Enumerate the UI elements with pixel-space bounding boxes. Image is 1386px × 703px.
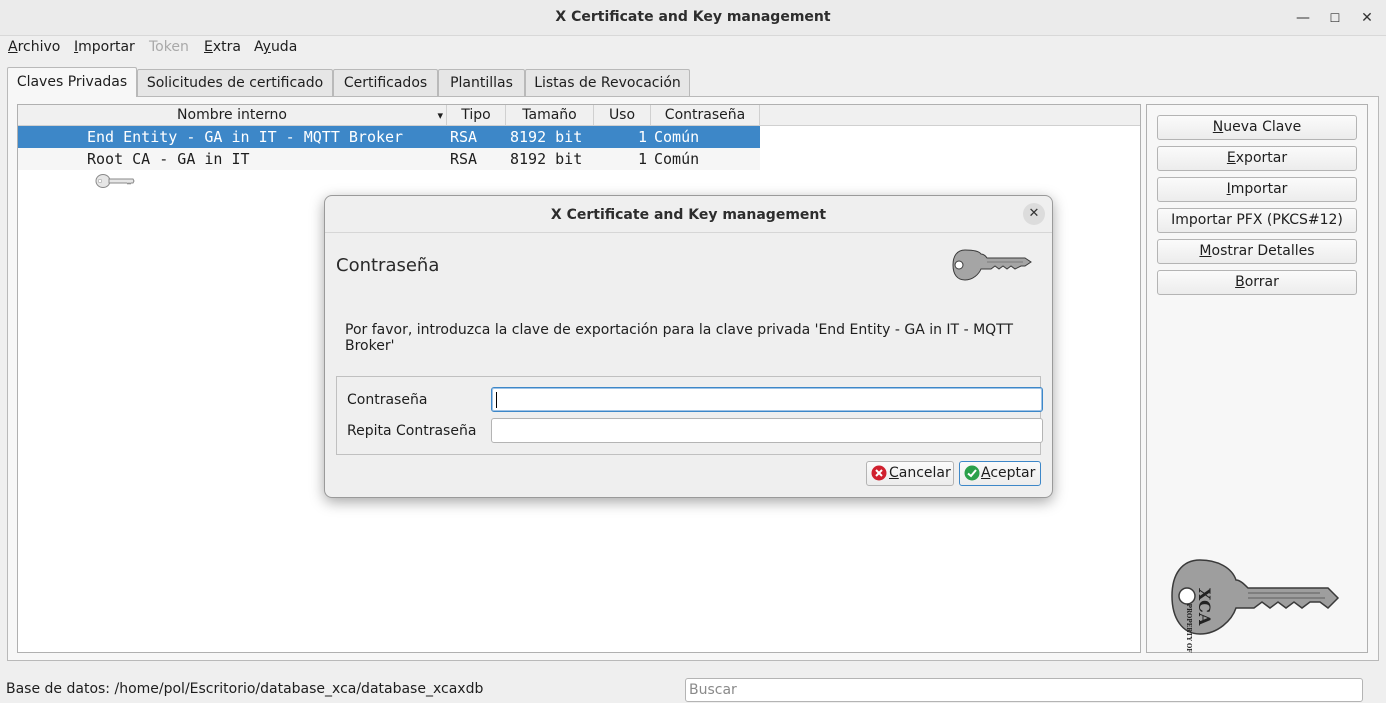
dialog-close-button[interactable]: ✕ bbox=[1023, 203, 1045, 225]
row-size: 8192 bit bbox=[510, 150, 583, 168]
logo-property-text: PROPERTY OF bbox=[1185, 603, 1192, 653]
tab-solicitudes[interactable]: Solicitudes de certificado bbox=[137, 69, 333, 96]
tab-listas-revocacion[interactable]: Listas de Revocación bbox=[525, 69, 690, 96]
menu-token: Token bbox=[149, 39, 189, 55]
search-input[interactable]: Buscar bbox=[685, 678, 1363, 702]
database-path-status: Base de datos: /home/pol/Escritorio/data… bbox=[6, 681, 484, 697]
dialog-divider bbox=[325, 232, 1052, 233]
tab-certificados[interactable]: Certificados bbox=[333, 69, 438, 96]
column-tipo[interactable]: Tipo bbox=[447, 105, 506, 126]
key-icon bbox=[951, 248, 1035, 286]
xca-key-logo: PROPERTY OF XCA bbox=[1170, 558, 1342, 653]
tab-claves-privadas[interactable]: Claves Privadas bbox=[7, 67, 137, 97]
menu-importar[interactable]: Importar bbox=[74, 39, 135, 55]
table-row[interactable]: Root CA - GA in IT RSA 8192 bit 1 Común bbox=[18, 148, 760, 188]
close-button[interactable]: ✕ bbox=[1356, 7, 1378, 29]
column-label: Nombre interno bbox=[177, 107, 287, 123]
exportar-button[interactable]: Exportar bbox=[1157, 146, 1357, 171]
menubar: Archivo Importar Token Extra Ayuda bbox=[0, 36, 1386, 60]
importar-button[interactable]: Importar bbox=[1157, 177, 1357, 202]
row-size: 8192 bit bbox=[510, 128, 583, 146]
row-use: 1 bbox=[638, 128, 648, 146]
row-use: 1 bbox=[638, 150, 648, 168]
ok-icon bbox=[964, 465, 980, 481]
cancel-button[interactable]: Cancelar bbox=[866, 461, 954, 486]
column-uso[interactable]: Uso bbox=[594, 105, 651, 126]
sort-indicator-icon: ▾ bbox=[437, 109, 443, 122]
password-group: Contraseña Repita Contraseña bbox=[336, 376, 1043, 455]
table-row[interactable]: End Entity - GA in IT - MQTT Broker RSA … bbox=[18, 126, 760, 166]
cancel-icon bbox=[871, 465, 887, 481]
password-label: Contraseña bbox=[347, 392, 428, 408]
row-name: Root CA - GA in IT bbox=[87, 150, 250, 168]
logo-xca-text: XCA bbox=[1195, 588, 1214, 626]
menu-extra[interactable]: Extra bbox=[204, 39, 241, 55]
nueva-clave-button[interactable]: Nueva Clave bbox=[1157, 115, 1357, 140]
dialog-heading: Contraseña bbox=[336, 255, 440, 276]
row-password: Común bbox=[654, 128, 700, 146]
password-field[interactable] bbox=[491, 387, 1043, 412]
header-filler bbox=[760, 105, 1140, 126]
window-title: X Certificate and Key management bbox=[555, 9, 831, 25]
column-tamano[interactable]: Tamaño bbox=[506, 105, 594, 126]
mostrar-detalles-button[interactable]: Mostrar Detalles bbox=[1157, 239, 1357, 264]
row-type: RSA bbox=[450, 128, 478, 146]
dialog-title: X Certificate and Key management bbox=[550, 207, 827, 223]
row-type: RSA bbox=[450, 150, 478, 168]
maximize-button[interactable]: ☐ bbox=[1324, 7, 1346, 29]
accept-label: Aceptar bbox=[981, 465, 1036, 481]
column-nombre-interno[interactable]: Nombre interno ▾ bbox=[18, 105, 447, 126]
menu-archivo[interactable]: Archivo bbox=[8, 39, 60, 55]
cancel-label: Cancelar bbox=[889, 465, 951, 481]
importar-pfx-button[interactable]: Importar PFX (PKCS#12) bbox=[1157, 208, 1357, 233]
row-password: Común bbox=[654, 150, 700, 168]
window-titlebar: X Certificate and Key management — ☐ ✕ bbox=[0, 0, 1386, 36]
borrar-button[interactable]: Borrar bbox=[1157, 270, 1357, 295]
minimize-button[interactable]: — bbox=[1292, 7, 1314, 29]
repeat-password-label: Repita Contraseña bbox=[347, 423, 477, 439]
text-caret bbox=[496, 392, 497, 408]
accept-button[interactable]: Aceptar bbox=[959, 461, 1041, 486]
dialog-message: Por favor, introduzca la clave de export… bbox=[345, 322, 1014, 354]
tab-plantillas[interactable]: Plantillas bbox=[438, 69, 525, 96]
row-name: End Entity - GA in IT - MQTT Broker bbox=[87, 128, 404, 146]
password-dialog: X Certificate and Key management ✕ Contr… bbox=[324, 195, 1053, 498]
column-contrasena[interactable]: Contraseña bbox=[651, 105, 760, 126]
repeat-password-field[interactable] bbox=[491, 418, 1043, 443]
menu-ayuda[interactable]: Ayuda bbox=[254, 39, 297, 55]
